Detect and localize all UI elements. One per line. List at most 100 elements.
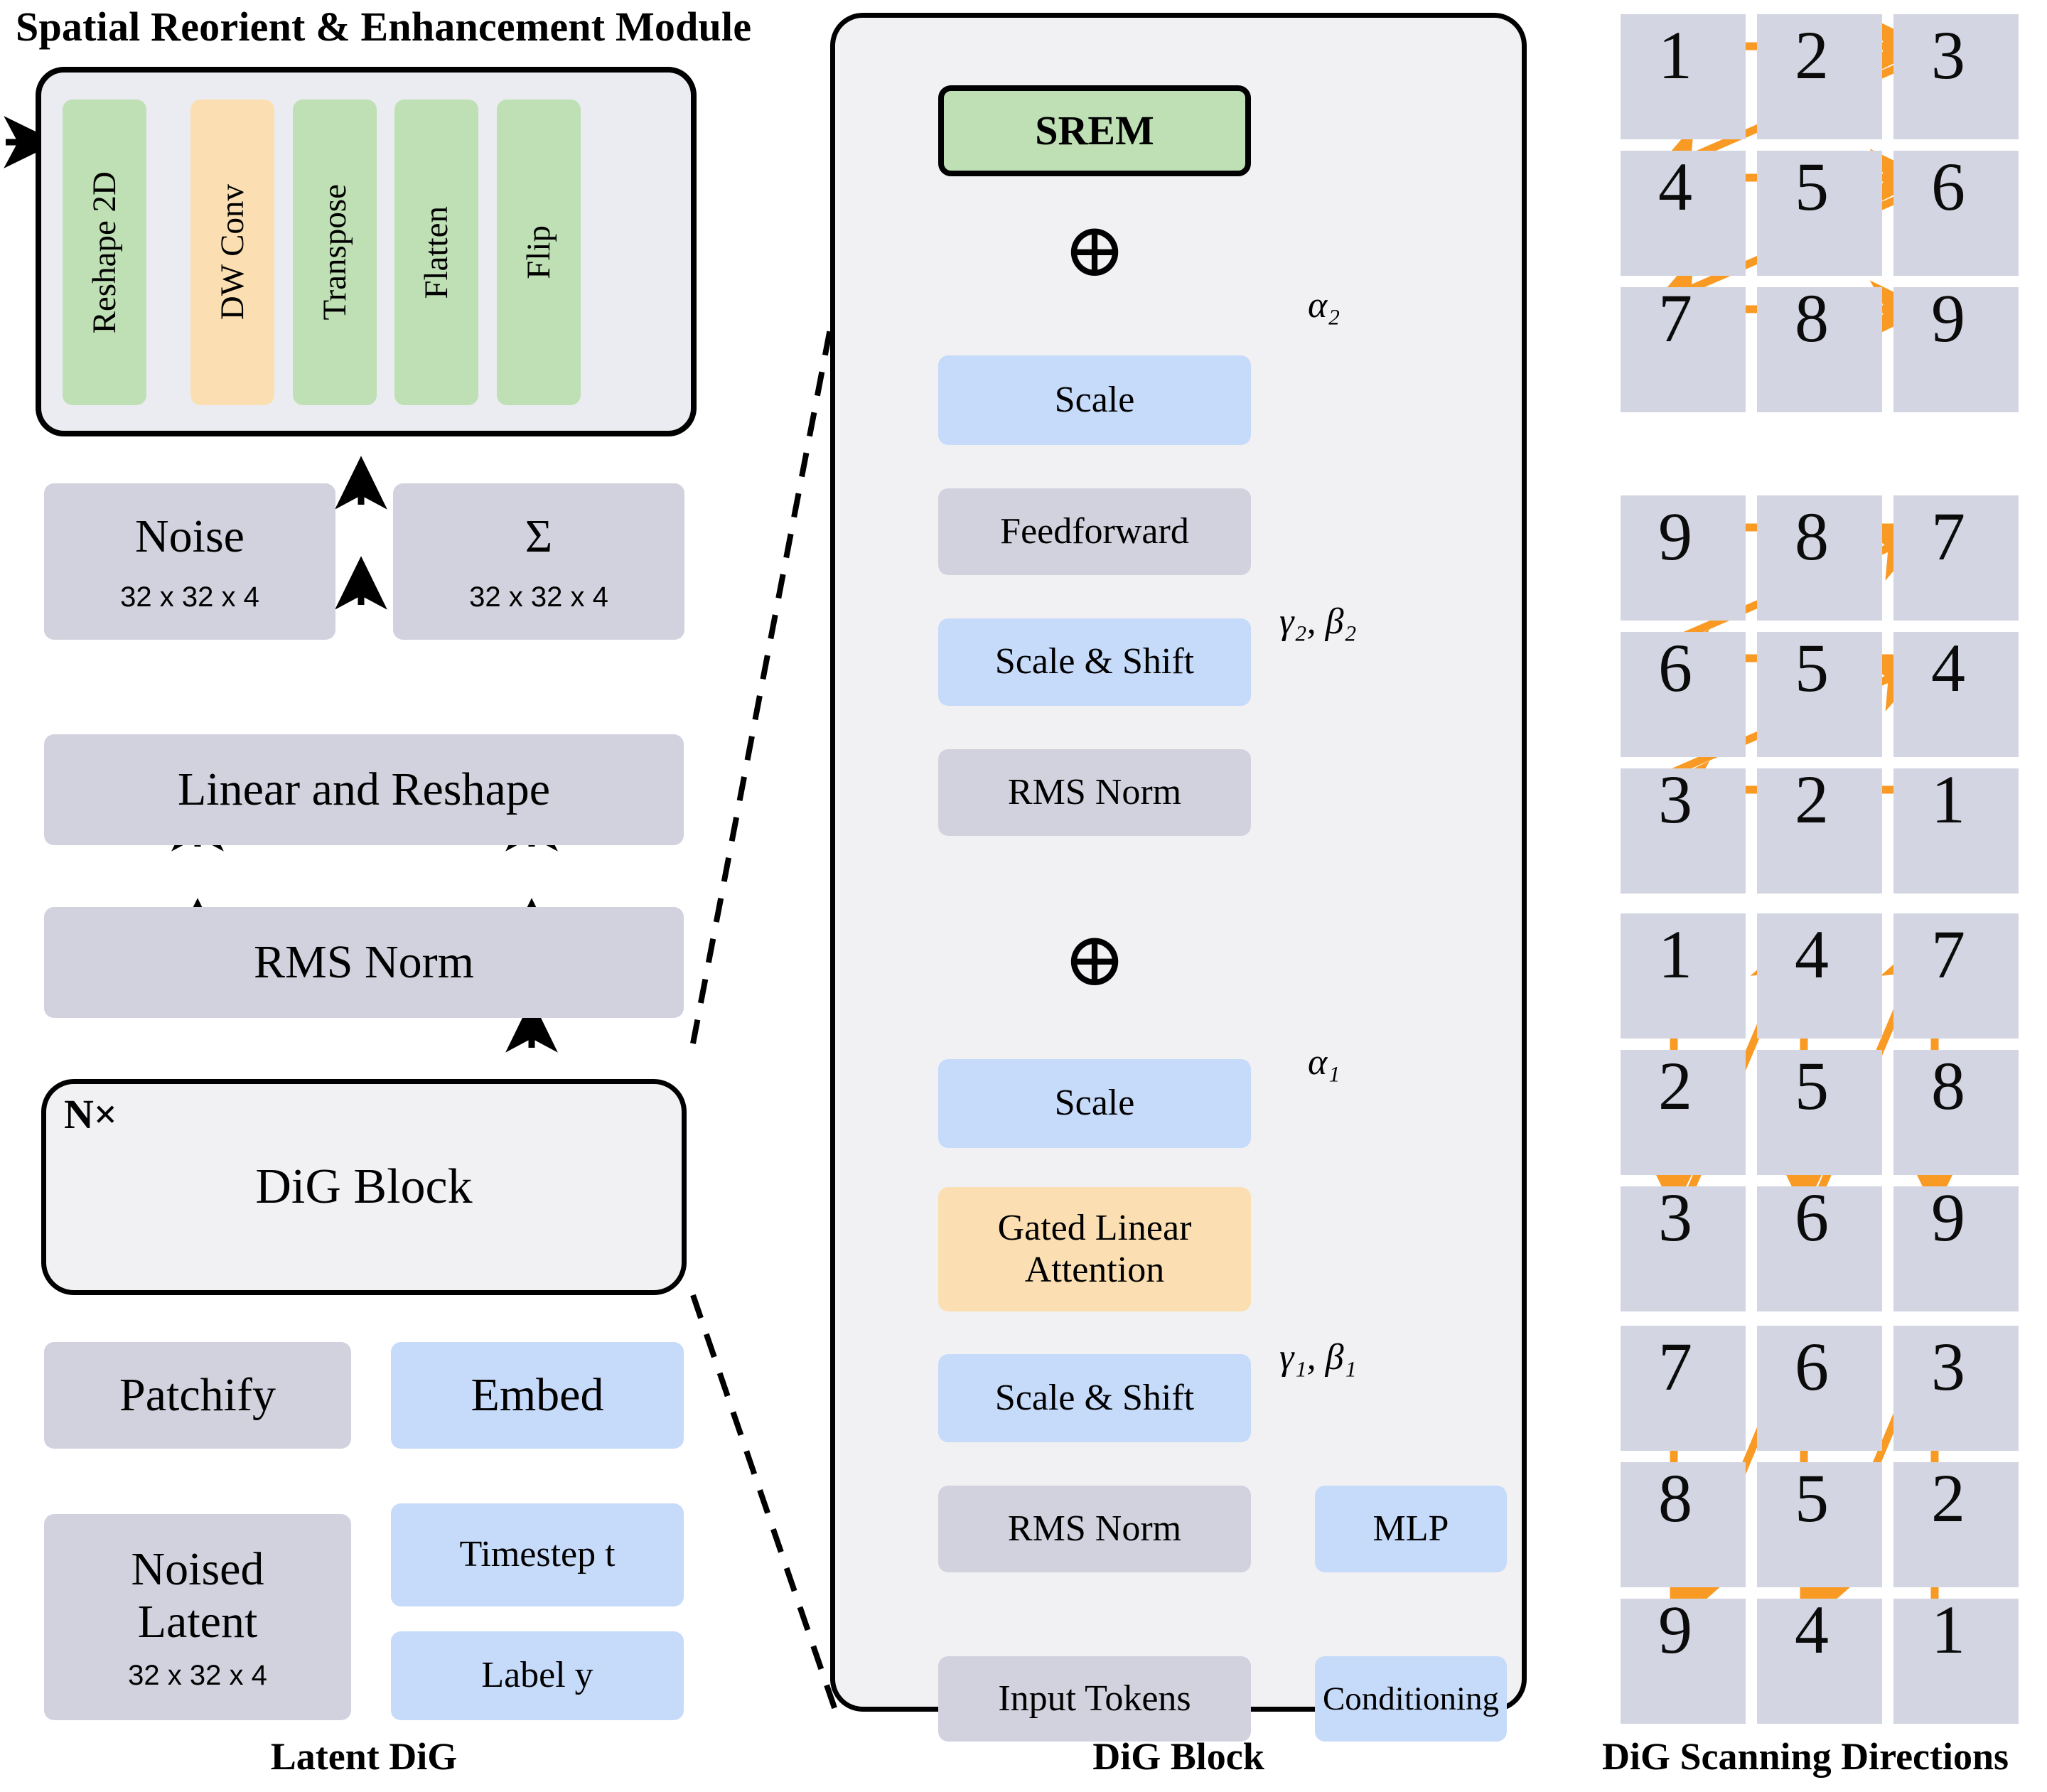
grid-number: 1 [1658, 916, 1692, 992]
dig-node-srem[interactable]: SREM [938, 85, 1251, 176]
patchify-block[interactable]: Patchify [44, 1342, 351, 1449]
noised-latent-label-line1: Noised [131, 1542, 264, 1595]
grid-number: 7 [1931, 498, 1965, 574]
grid-number: 4 [1795, 916, 1829, 992]
grid-number: 4 [1795, 1592, 1829, 1668]
noised-latent-block[interactable]: Noised Latent 32 x 32 x 4 [44, 1514, 351, 1720]
scanning-directions-caption: DiG Scanning Directions [1601, 1735, 2009, 1778]
latent-output-sigma[interactable]: Σ 32 x 32 x 4 [393, 483, 684, 640]
grid-number: 5 [1795, 1460, 1829, 1536]
scan-grid-2: 9 8 7 6 5 4 3 2 1 [1621, 495, 2019, 894]
latent-rms-norm-label: RMS Norm [254, 936, 474, 989]
dig-node-input-tokens[interactable]: Input Tokens [938, 1656, 1251, 1742]
scan-grid-4: 7 6 3 8 5 2 9 4 1 [1621, 1326, 2019, 1724]
grid-number: 9 [1658, 498, 1692, 574]
linear-and-reshape-block[interactable]: Linear and Reshape [44, 734, 684, 845]
embed-block[interactable]: Embed [391, 1342, 684, 1449]
conditioning-label: Conditioning [1322, 1680, 1500, 1717]
noise-shape: 32 x 32 x 4 [120, 581, 259, 613]
scale-shift-2-label: Scale & Shift [994, 641, 1195, 682]
grid-number: 5 [1795, 1048, 1829, 1124]
grid-number: 5 [1795, 149, 1829, 225]
dig-node-mlp[interactable]: MLP [1315, 1486, 1507, 1572]
scale-shift-1-label: Scale & Shift [994, 1377, 1195, 1418]
add-symbol-lower: ⊕ [1063, 918, 1127, 1002]
srem-stage-flatten[interactable]: Flatten [394, 100, 478, 405]
grid-number: 7 [1931, 916, 1965, 992]
grid-number: 2 [1795, 761, 1829, 837]
grid-number: 6 [1658, 630, 1692, 706]
grid-number: 2 [1658, 1048, 1692, 1124]
grid-number: 2 [1795, 17, 1829, 93]
timestep-label: Timestep t [459, 1534, 616, 1575]
scale-1-label: Scale [1054, 1083, 1135, 1124]
dig-node-feedforward[interactable]: Feedforward [938, 488, 1251, 575]
grid-number: 3 [1658, 1179, 1692, 1255]
grid-number: 7 [1658, 1329, 1692, 1405]
label-y-label: Label y [481, 1655, 593, 1696]
srem-module-title: Spatial Reorient & Enhancement Module [16, 4, 752, 50]
grid-number: 1 [1931, 761, 1965, 837]
noised-latent-label-line2: Latent [137, 1595, 258, 1648]
dig-node-scale-2[interactable]: Scale [938, 355, 1251, 445]
latent-dig-caption: Latent DiG [270, 1735, 458, 1778]
label-y-block[interactable]: Label y [391, 1631, 684, 1720]
linear-and-reshape-label: Linear and Reshape [177, 763, 551, 816]
srem-stage-label: Transpose [316, 184, 353, 321]
callout-dashed-lines [690, 284, 842, 1722]
grid-number: 6 [1795, 1329, 1829, 1405]
gamma-beta-1-label: γ₁, β₁ [1279, 1337, 1357, 1378]
grid-number: 8 [1931, 1048, 1965, 1124]
grid-number: 8 [1658, 1460, 1692, 1536]
rms-norm-1-label: RMS Norm [1007, 1508, 1182, 1549]
dig-node-scale-shift-2[interactable]: Scale & Shift [938, 618, 1251, 706]
alpha-1-label: α₁ [1308, 1042, 1341, 1083]
dig-block-caption: DiG Block [1092, 1735, 1264, 1778]
srem-stage-reshape-2d[interactable]: Reshape 2D [63, 100, 146, 405]
dig-node-rms-norm-2[interactable]: RMS Norm [938, 749, 1251, 836]
alpha-2-label: α₂ [1308, 285, 1341, 326]
latent-dig-block-label: DiG Block [255, 1159, 473, 1214]
dig-node-gated-linear-attention[interactable]: Gated Linear Attention [938, 1187, 1251, 1311]
noise-label: Noise [135, 510, 245, 562]
scan-grid-3: 1 4 7 2 5 8 3 6 9 [1621, 913, 2019, 1311]
grid-number: 9 [1658, 1592, 1692, 1668]
dig-block-repeat-label: N× [64, 1091, 117, 1137]
grid-number: 4 [1931, 630, 1965, 706]
srem-stage-label: Flip [520, 225, 557, 279]
dig-node-scale-1[interactable]: Scale [938, 1059, 1251, 1148]
timestep-block[interactable]: Timestep t [391, 1503, 684, 1606]
grid-number: 6 [1931, 149, 1965, 225]
noised-latent-shape: 32 x 32 x 4 [128, 1659, 267, 1691]
latent-rms-norm-block[interactable]: RMS Norm [44, 907, 684, 1018]
grid-number: 8 [1795, 280, 1829, 356]
dig-block-panel [830, 13, 1527, 1712]
grid-number: 5 [1795, 630, 1829, 706]
srem-stage-flip[interactable]: Flip [497, 100, 581, 405]
srem-stage-transpose[interactable]: Transpose [293, 100, 377, 405]
srem-stage-label: DW Conv [213, 184, 251, 321]
scale-2-label: Scale [1054, 379, 1135, 420]
gla-label-line1: Gated Linear [997, 1208, 1192, 1249]
dig-node-conditioning[interactable]: Conditioning [1315, 1656, 1507, 1742]
dig-node-rms-norm-1[interactable]: RMS Norm [938, 1486, 1251, 1572]
dig-node-scale-shift-1[interactable]: Scale & Shift [938, 1354, 1251, 1442]
grid-number: 7 [1658, 280, 1692, 356]
input-tokens-label: Input Tokens [998, 1678, 1191, 1719]
add-symbol-upper: ⊕ [1063, 209, 1127, 292]
grid-number: 9 [1931, 1179, 1965, 1255]
mlp-label: MLP [1372, 1508, 1449, 1549]
grid-number: 1 [1658, 17, 1692, 93]
grid-number: 8 [1795, 498, 1829, 574]
srem-stage-label: Reshape 2D [85, 171, 123, 334]
latent-output-noise[interactable]: Noise 32 x 32 x 4 [44, 483, 335, 640]
rms-norm-2-label: RMS Norm [1007, 771, 1182, 812]
srem-stage-dw-conv[interactable]: DW Conv [190, 100, 274, 405]
grid-number: 2 [1931, 1460, 1965, 1536]
sigma-shape: 32 x 32 x 4 [469, 581, 608, 613]
gla-label-line2: Attention [1024, 1249, 1165, 1290]
scan-grid-1: 1 2 3 4 5 6 7 8 9 [1621, 14, 2019, 412]
grid-number: 3 [1931, 17, 1965, 93]
grid-number: 3 [1658, 761, 1692, 837]
srem-stage-label: Flatten [417, 205, 455, 299]
